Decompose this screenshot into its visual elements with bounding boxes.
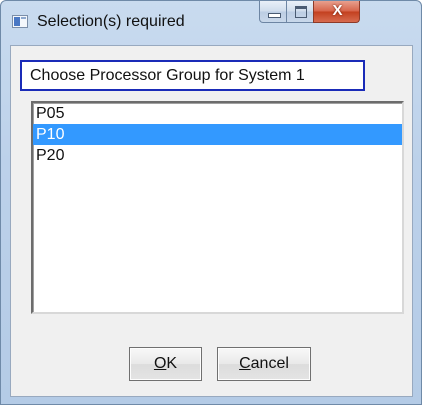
list-item-p05[interactable]: P05	[33, 103, 402, 124]
close-icon: X	[332, 2, 343, 19]
title-bar[interactable]: Selection(s) required X	[1, 1, 421, 43]
ok-label-rest: K	[166, 355, 178, 372]
close-button[interactable]: X	[313, 1, 360, 23]
caption-buttons: X	[259, 1, 411, 24]
app-icon[interactable]	[12, 15, 28, 28]
maximize-icon	[295, 6, 307, 18]
processor-group-listbox[interactable]: P05 P10 P20	[31, 101, 404, 314]
cancel-mnemonic: C	[239, 355, 251, 372]
window-title: Selection(s) required	[37, 13, 185, 30]
dialog-window: Selection(s) required X Choose Processor…	[0, 0, 422, 405]
prompt-label: Choose Processor Group for System 1	[20, 60, 365, 91]
minimize-icon	[268, 13, 281, 18]
list-item-p10[interactable]: P10	[33, 124, 402, 145]
maximize-button[interactable]	[286, 1, 314, 23]
list-item-p20[interactable]: P20	[33, 145, 402, 166]
dialog-client-area: Choose Processor Group for System 1 P05 …	[10, 45, 413, 397]
cancel-button[interactable]: Cancel	[217, 347, 311, 381]
ok-mnemonic: O	[153, 355, 167, 372]
ok-button[interactable]: OK	[129, 347, 202, 381]
minimize-button[interactable]	[259, 1, 287, 23]
cancel-label-rest: ancel	[250, 355, 289, 372]
